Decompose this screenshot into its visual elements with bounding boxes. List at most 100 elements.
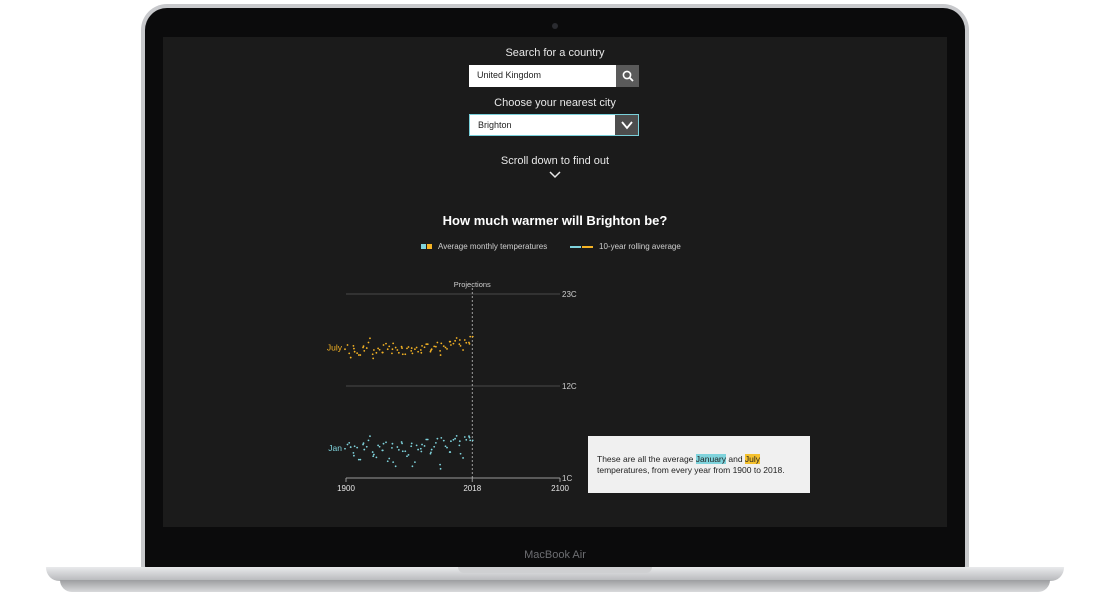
january-point — [423, 445, 426, 447]
july-point — [401, 347, 403, 349]
july-point — [420, 351, 423, 354]
july-point — [363, 349, 366, 352]
january-point — [394, 465, 397, 468]
july-point — [388, 345, 391, 348]
january-point — [455, 434, 458, 437]
july-series-label: July — [327, 343, 343, 353]
july-point — [352, 344, 355, 347]
january-point — [419, 447, 422, 450]
july-point — [468, 343, 471, 345]
january-point — [371, 451, 374, 453]
x-tick-label: 2100 — [551, 484, 569, 493]
january-point — [426, 438, 429, 441]
device-brand: MacBook Air — [524, 549, 586, 561]
january-point — [463, 436, 466, 438]
july-point — [419, 349, 422, 351]
january-point — [396, 446, 399, 448]
y-tick-label: 1C — [562, 474, 572, 483]
july-point — [458, 339, 461, 341]
january-point — [436, 437, 439, 440]
january-point — [377, 444, 379, 447]
july-point — [463, 339, 466, 341]
january-point — [353, 445, 356, 448]
july-point — [410, 349, 413, 352]
july-point — [359, 354, 362, 356]
july-point — [452, 342, 455, 345]
july-point — [434, 345, 437, 348]
january-point — [365, 445, 368, 448]
january-point — [386, 460, 389, 463]
january-point — [397, 448, 400, 451]
july-point — [458, 343, 461, 346]
january-point — [372, 455, 375, 458]
january-point — [407, 453, 410, 456]
january-point — [414, 461, 416, 463]
january-point — [439, 467, 442, 470]
tooltip-text-1: These are all the average — [597, 454, 696, 464]
january-point — [410, 442, 413, 445]
july-point — [415, 346, 418, 349]
x-tick-label: 2018 — [463, 484, 481, 493]
july-point — [344, 348, 346, 351]
january-point — [430, 451, 432, 454]
july-point — [385, 342, 387, 345]
july-point — [436, 341, 439, 344]
july-point — [392, 342, 395, 345]
january-point — [369, 435, 371, 438]
july-point — [394, 346, 397, 349]
january-point — [450, 440, 452, 443]
x-tick-label: 1900 — [337, 484, 355, 493]
january-point — [363, 448, 366, 451]
january-point — [452, 438, 455, 441]
laptop-base-shadow — [60, 580, 1050, 592]
january-point — [434, 441, 437, 444]
y-tick-label: 12C — [562, 382, 577, 391]
january-point — [353, 454, 355, 457]
july-point — [421, 344, 423, 347]
january-point — [462, 457, 464, 459]
january-point — [459, 452, 462, 455]
july-point — [446, 348, 448, 350]
july-point — [433, 345, 436, 348]
january-point — [471, 439, 474, 442]
july-point — [407, 346, 410, 348]
july-point — [396, 349, 399, 351]
january-point — [468, 436, 471, 439]
july-point — [450, 344, 452, 346]
july-point — [426, 343, 429, 346]
january-point — [352, 452, 355, 454]
july-point — [369, 337, 371, 340]
january-point — [372, 453, 375, 456]
january-point — [465, 438, 468, 441]
july-point — [471, 335, 474, 338]
january-point — [417, 448, 420, 451]
january-point — [410, 445, 413, 448]
tooltip-january: January — [695, 454, 727, 464]
january-point — [458, 440, 461, 443]
july-point — [362, 345, 365, 348]
july-point — [439, 354, 442, 356]
january-point — [348, 441, 351, 444]
july-point — [391, 352, 393, 355]
july-point — [375, 351, 378, 354]
january-point — [454, 437, 457, 440]
july-point — [353, 350, 356, 353]
july-point — [444, 346, 447, 349]
july-point — [423, 346, 426, 349]
january-point — [420, 450, 423, 453]
july-point — [378, 348, 381, 351]
january-point — [385, 441, 387, 444]
july-point — [469, 335, 472, 338]
july-point — [440, 342, 443, 345]
january-point — [367, 439, 370, 442]
tooltip-text-3: temperatures, from every year from 1900 … — [597, 465, 785, 475]
july-point — [356, 352, 359, 355]
january-point — [401, 450, 404, 453]
january-point — [391, 442, 394, 445]
july-point — [442, 345, 445, 348]
july-point — [462, 349, 464, 351]
january-point — [430, 448, 433, 451]
july-point — [454, 339, 457, 342]
july-point — [367, 341, 370, 344]
january-point — [440, 436, 443, 439]
